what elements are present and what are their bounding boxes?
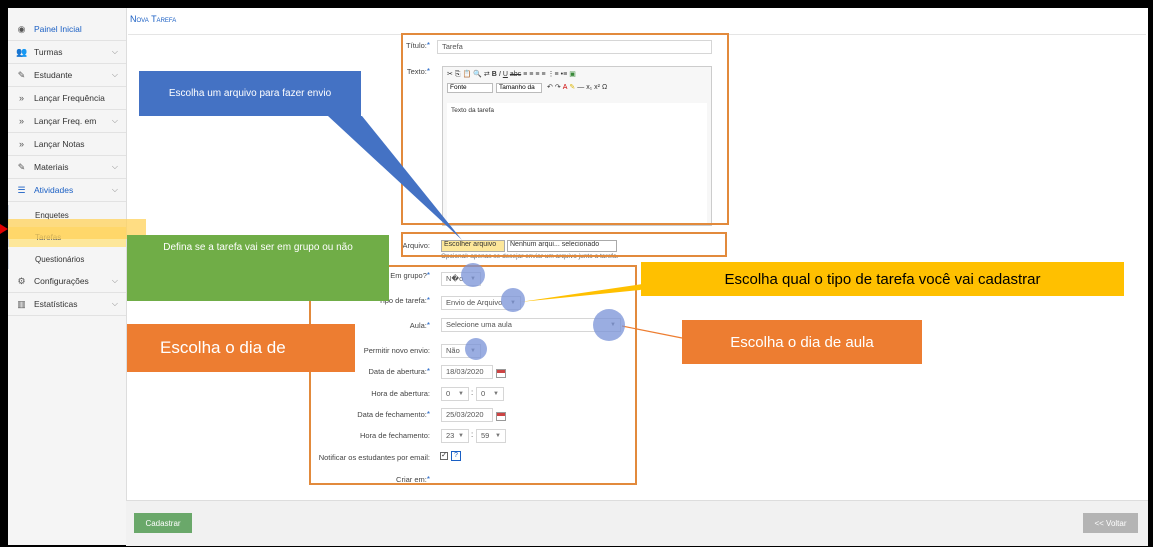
callout-tipo: Escolha qual o tipo de tarefa você vai c… [641, 262, 1124, 296]
callout-grupo: Defina se a tarefa vai ser em grupo ou n… [127, 235, 389, 301]
callout-dia: Escolha o dia de [127, 324, 355, 372]
aula-callout-pointer [621, 325, 683, 339]
click-indicator-aula [593, 309, 625, 341]
callout-arquivo: Escolha um arquivo para fazer envio [139, 71, 361, 116]
arquivo-callout-pointer [328, 116, 462, 240]
click-indicator-grupo [461, 263, 485, 287]
click-indicator-novo-envio [465, 338, 487, 360]
callout-aula: Escolha o dia de aula [682, 320, 922, 364]
click-indicator-tipo [501, 288, 525, 312]
